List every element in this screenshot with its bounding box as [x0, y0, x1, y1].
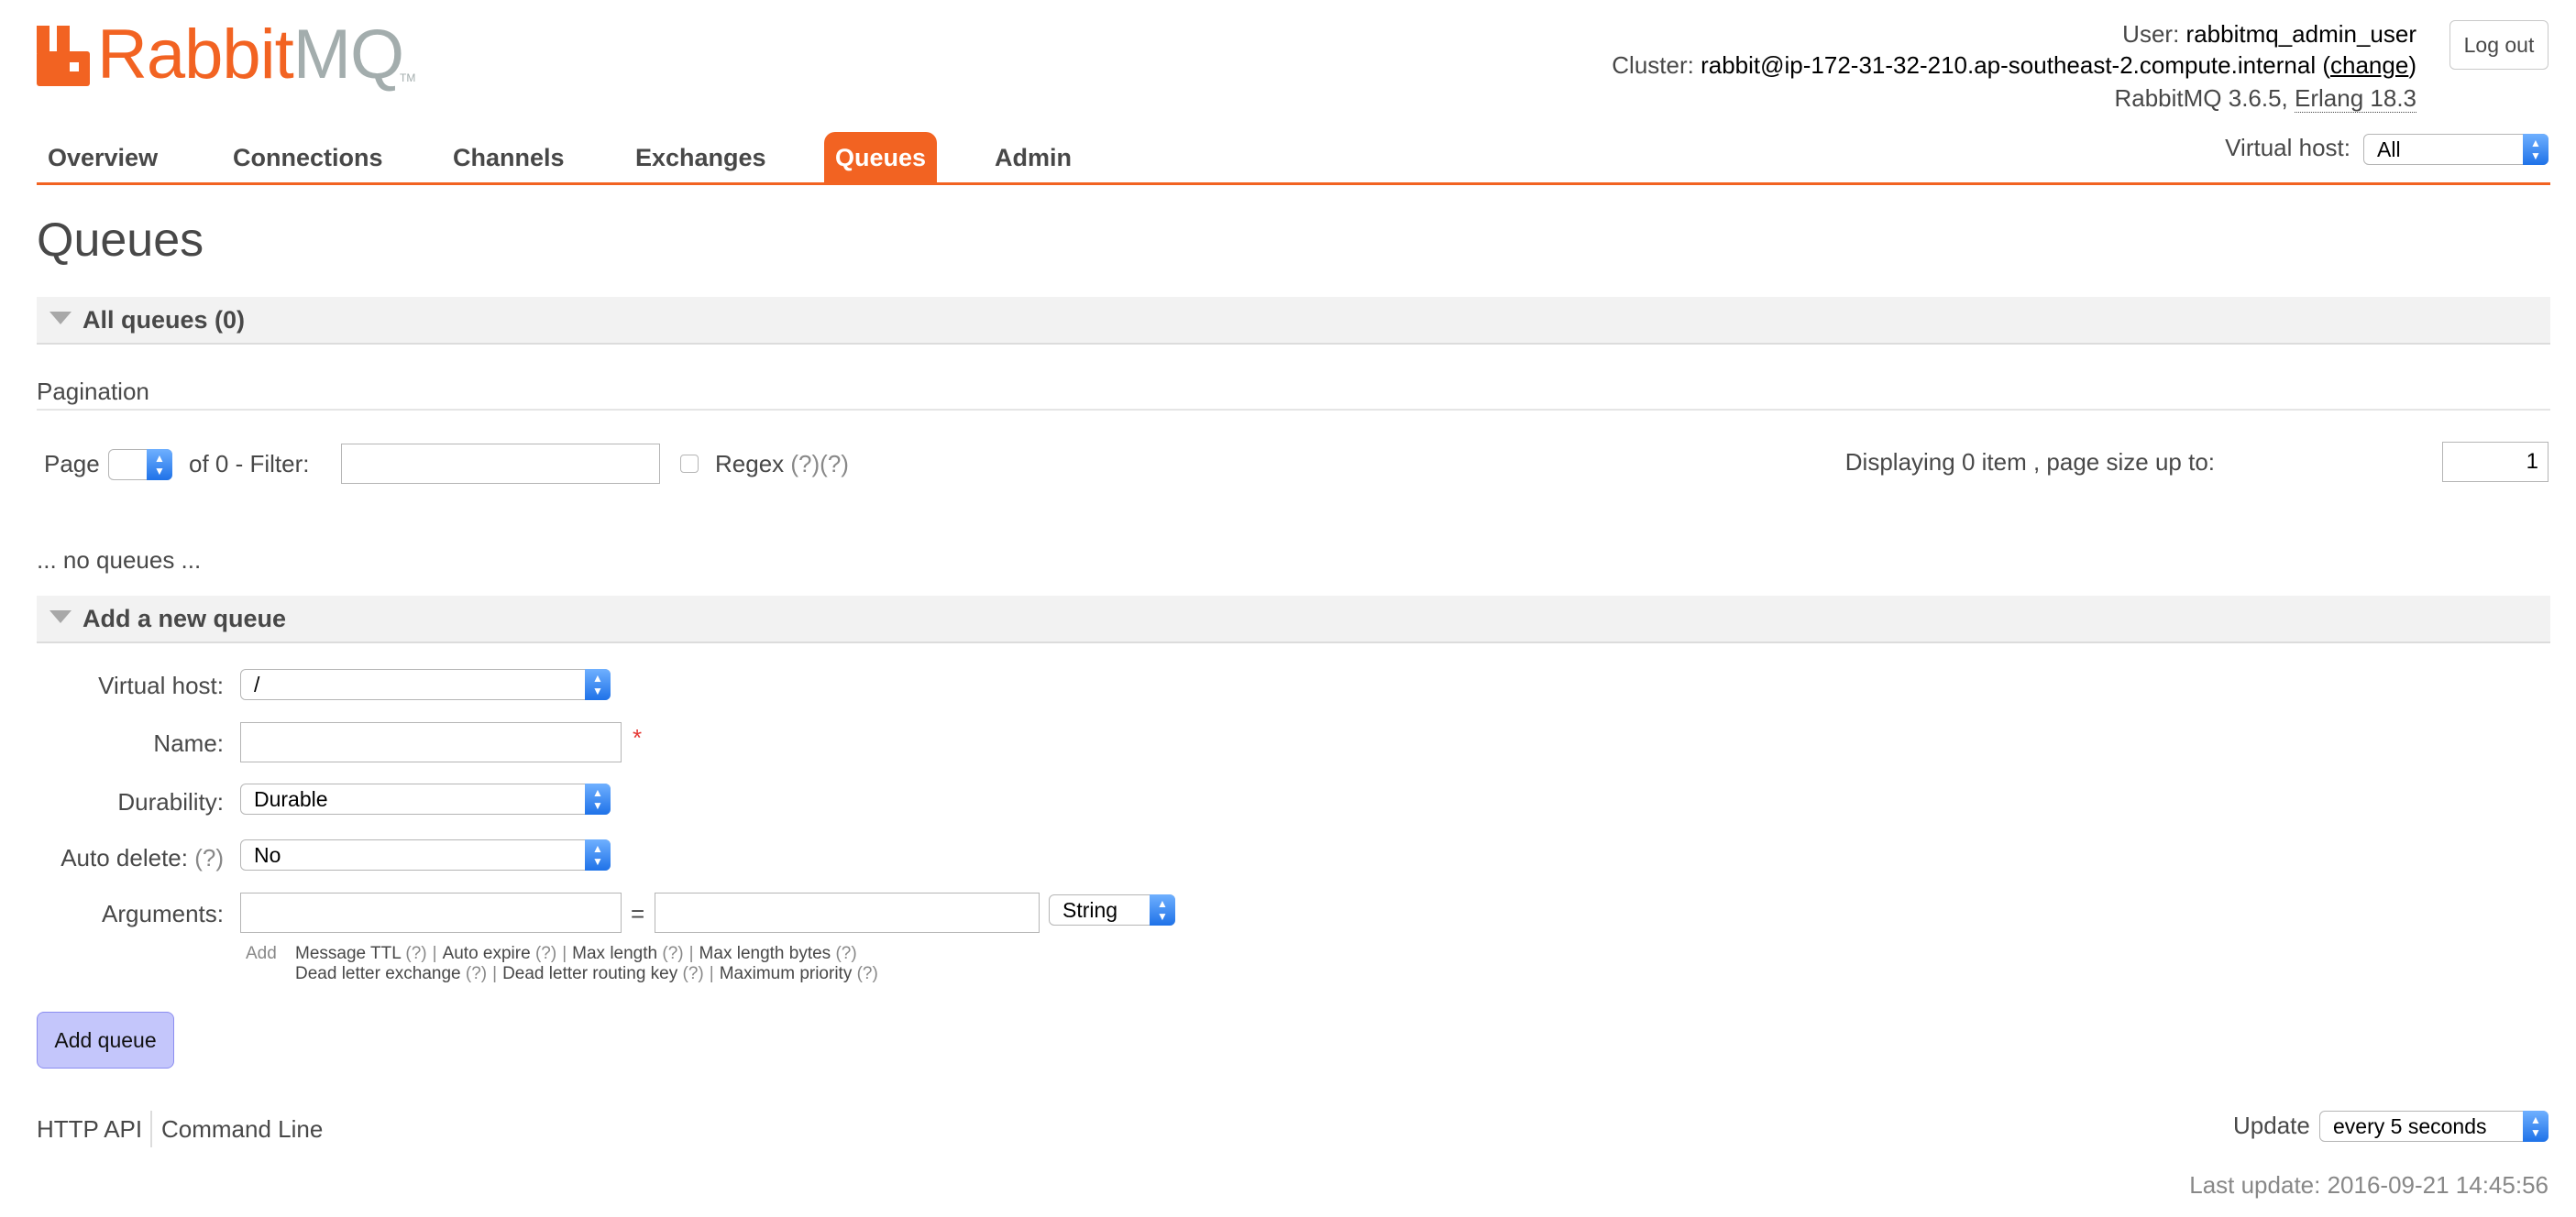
page-of-filter-label: of 0 - Filter: [189, 450, 310, 477]
http-api-link[interactable]: HTTP API [37, 1115, 142, 1144]
auto-delete-text: Auto delete: [61, 844, 188, 872]
add-queue-section-header[interactable]: Add a new queue [37, 596, 2550, 643]
last-update-timestamp: Last update: 2016-09-21 14:45:56 [2189, 1171, 2548, 1199]
auto-delete-value: No [254, 843, 281, 867]
argument-type-select[interactable]: String ▲ ▼ [1049, 894, 1175, 926]
hint-help-link[interactable]: (?) [683, 964, 704, 983]
argument-type-value: String [1062, 898, 1118, 922]
argument-key-input[interactable] [240, 893, 622, 933]
cluster-label: Cluster: [1612, 51, 1694, 79]
nav-tab-overview[interactable]: Overview [37, 132, 169, 183]
hint-max-length-bytes[interactable]: Max length bytes [699, 944, 831, 963]
cluster-value: rabbit@ip-172-31-32-210.ap-southeast-2.c… [1701, 51, 2317, 79]
page-label: Page [44, 450, 100, 477]
select-arrows-icon: ▲ ▼ [585, 784, 611, 815]
page-size-input[interactable]: 1 [2442, 442, 2548, 482]
add-queue-title: Add a new queue [83, 605, 287, 632]
hint-help-link[interactable]: (?) [662, 944, 683, 963]
user-label: User: [2122, 20, 2180, 48]
vhost-filter-select[interactable]: All ▲ ▼ [2363, 134, 2548, 165]
queue-vhost-value: / [254, 673, 260, 696]
header-version: RabbitMQ 3.6.5, Erlang 18.3 [2114, 84, 2416, 113]
select-arrows-icon: ▲ ▼ [585, 839, 611, 871]
logo-trademark: TM [400, 71, 416, 84]
all-queues-section-header[interactable]: All queues (0) [37, 297, 2550, 345]
auto-delete-select[interactable]: No ▲ ▼ [240, 839, 611, 871]
nav-tab-connections[interactable]: Connections [222, 132, 394, 183]
pagination-title: Pagination [37, 378, 149, 405]
vhost-filter-label: Virtual host: [2225, 134, 2350, 161]
update-interval-select[interactable]: every 5 seconds ▲ ▼ [2319, 1111, 2548, 1142]
command-line-link[interactable]: Command Line [161, 1115, 323, 1144]
select-arrows-icon: ▲ ▼ [2523, 134, 2548, 165]
page-title: Queues [37, 214, 204, 267]
pagination-divider [37, 409, 2550, 411]
logout-button[interactable]: Log out [2449, 20, 2548, 70]
auto-delete-help-link[interactable]: (?) [194, 844, 224, 872]
cluster-change-link[interactable]: change [2330, 51, 2408, 79]
hint-help-link[interactable]: (?) [535, 944, 556, 963]
hint-help-link[interactable]: (?) [835, 944, 856, 963]
filter-input[interactable] [341, 444, 660, 484]
arguments-label: Arguments: [102, 900, 224, 927]
hint-help-link[interactable]: (?) [405, 944, 426, 963]
no-queues-message: ... no queues ... [37, 546, 202, 574]
vhost-filter-value: All [2377, 137, 2401, 161]
argument-hints-row-2: Dead letter exchange (?) | Dead letter rou… [295, 964, 878, 983]
queue-vhost-select[interactable]: / ▲ ▼ [240, 669, 611, 700]
hint-help-link[interactable]: (?) [857, 964, 878, 983]
add-queue-button[interactable]: Add queue [37, 1012, 174, 1069]
argument-equals: = [631, 900, 645, 927]
rabbit-logo-icon [37, 26, 90, 86]
nav-tab-admin[interactable]: Admin [984, 132, 1083, 183]
required-asterisk: * [633, 724, 643, 751]
durability-value: Durable [254, 787, 328, 811]
hint-message-ttl[interactable]: Message TTL [295, 944, 401, 963]
page-select[interactable]: ▲ ▼ [108, 449, 172, 480]
hint-dead-letter-exchange[interactable]: Dead letter exchange [295, 964, 461, 983]
rabbitmq-logo: RabbitMQ TM [37, 16, 422, 93]
regex-text: Regex [715, 450, 785, 477]
queue-vhost-label: Virtual host: [98, 672, 224, 699]
logo-text-rabbit: Rabbit [97, 16, 294, 93]
durability-label: Durability: [117, 788, 224, 816]
regex-label: Regex (?)(?) [715, 450, 849, 478]
auto-delete-label: Auto delete: (?) [61, 844, 224, 872]
all-queues-title: All queues (0) [83, 306, 246, 334]
header-user: User: rabbitmq_admin_user [2122, 20, 2416, 49]
queue-name-label: Name: [153, 729, 224, 757]
hint-auto-expire[interactable]: Auto expire [443, 944, 531, 963]
rabbitmq-version: RabbitMQ 3.6.5, [2114, 84, 2288, 112]
footer-separator [150, 1111, 152, 1147]
nav-tab-queues[interactable]: Queues [824, 132, 938, 183]
select-arrows-icon: ▲ ▼ [2523, 1111, 2548, 1142]
hint-max-length[interactable]: Max length [572, 944, 657, 963]
collapse-triangle-icon [50, 312, 72, 324]
erlang-version: Erlang 18.3 [2295, 84, 2416, 113]
update-interval-value: every 5 seconds [2333, 1114, 2487, 1138]
select-arrows-icon: ▲ ▼ [1150, 894, 1175, 926]
select-arrows-icon: ▲ ▼ [147, 449, 172, 480]
add-argument-label: Add [246, 944, 277, 963]
regex-help-link[interactable]: (?)(?) [790, 450, 849, 477]
select-arrows-icon: ▲ ▼ [585, 669, 611, 700]
queue-name-input[interactable] [240, 722, 622, 762]
collapse-triangle-icon [50, 610, 72, 623]
hint-maximum-priority[interactable]: Maximum priority [720, 964, 853, 983]
update-label: Update [2233, 1112, 2310, 1139]
header-cluster: Cluster: rabbit@ip-172-31-32-210.ap-sout… [1612, 51, 2416, 79]
durability-select[interactable]: Durable ▲ ▼ [240, 784, 611, 815]
regex-checkbox[interactable] [680, 455, 699, 473]
hint-help-link[interactable]: (?) [466, 964, 487, 983]
nav-tab-exchanges[interactable]: Exchanges [624, 132, 777, 183]
nav-underline [37, 182, 2550, 185]
argument-hints-row-1: Message TTL (?) | Auto expire (?) | Max leng… [295, 944, 857, 963]
argument-value-input[interactable] [655, 893, 1040, 933]
displaying-label: Displaying 0 item , page size up to: [1844, 448, 2215, 476]
logo-text-mq: MQ [292, 16, 404, 93]
nav-tab-channels[interactable]: Channels [442, 132, 576, 183]
user-value: rabbitmq_admin_user [2185, 20, 2416, 48]
hint-dead-letter-routing-key[interactable]: Dead letter routing key [502, 964, 677, 983]
